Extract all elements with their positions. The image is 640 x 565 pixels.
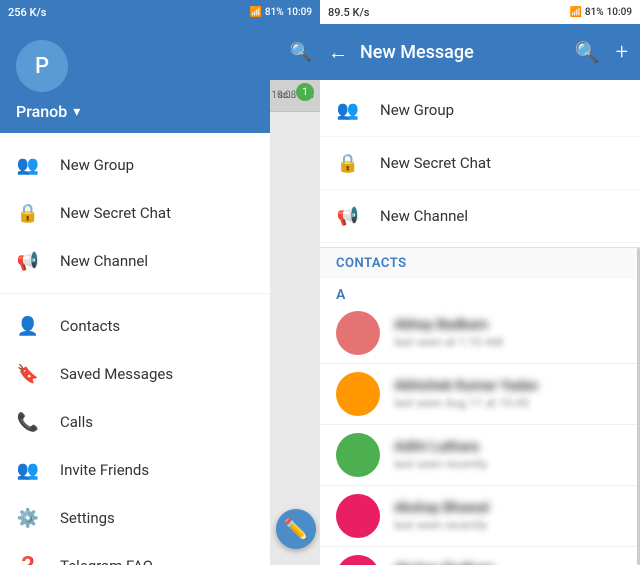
right-menu-label-new-secret-chat: New Secret Chat (380, 154, 491, 172)
contact-item-2[interactable]: Abhishek Kumar Yadav last seen Aug 11 at… (320, 364, 640, 425)
menu-label-invite-friends: Invite Friends (60, 461, 149, 479)
right-network-speed: 89.5 K/s (328, 6, 369, 19)
header-title: New Message (360, 42, 559, 63)
menu-item-new-secret-chat[interactable]: 🔒 New Secret Chat (0, 189, 270, 237)
megaphone-icon: 📢 (336, 204, 360, 228)
phone-icon: 📞 (16, 410, 40, 434)
new-message-header: ← New Message 🔍 + (320, 24, 640, 80)
left-status-icons: 📶 81% 10:09 (249, 7, 312, 18)
drawer-panel: P Pranob ▾ 👥 New Group 🔒 New Secret Chat… (0, 24, 270, 565)
compose-fab-button[interactable]: ✏️ (276, 509, 316, 549)
right-menu-item-new-group[interactable]: 👥 New Group (320, 84, 640, 137)
menu-section-create: 👥 New Group 🔒 New Secret Chat 📢 New Chan… (0, 133, 270, 294)
menu-item-settings[interactable]: ⚙️ Settings (0, 494, 270, 542)
contacts-icon: 👤 (16, 314, 40, 338)
menu-label-new-secret-chat: New Secret Chat (60, 204, 171, 222)
chat-list-panel: 🔍 10:08 AM sc... 1 ✏️ (270, 24, 320, 565)
contact-sub-2: last seen Aug 11 at 10:45 (394, 396, 624, 410)
contact-info-3: Aditri Lathara last seen recently (394, 439, 624, 471)
contact-name-3: Aditri Lathara (394, 439, 624, 455)
menu-item-faq[interactable]: ❓ Telegram FAQ (0, 542, 270, 565)
menu-item-calls[interactable]: 📞 Calls (0, 398, 270, 446)
left-network-speed: 256 K/s (8, 6, 46, 19)
menu-label-faq: Telegram FAQ (60, 557, 153, 565)
menu-label-new-channel: New Channel (60, 252, 148, 270)
contact-avatar-3 (336, 433, 380, 477)
chat-list-item[interactable]: 10:08 AM sc... 1 (270, 80, 320, 112)
contact-name-1: Abhay Badkam (394, 317, 624, 333)
settings-icon: ⚙️ (16, 506, 40, 530)
contact-avatar-2 (336, 372, 380, 416)
avatar: P (16, 40, 68, 92)
contact-avatar-1 (336, 311, 380, 355)
contact-item-1[interactable]: Abhay Badkam last seen at 1:10 AM (320, 303, 640, 364)
contacts-section: CONTACTS A Abhay Badkam last seen at 1:1… (320, 248, 640, 565)
right-menu-item-new-secret-chat[interactable]: 🔒 New Secret Chat (320, 137, 640, 190)
right-status-icons: 📶 81% 10:09 (569, 7, 632, 18)
menu-label-contacts: Contacts (60, 317, 120, 335)
help-icon: ❓ (16, 554, 40, 565)
contact-item-4[interactable]: Akshay Bhawal last seen recently (320, 486, 640, 547)
contact-info-5: Akshay Badkam last seen recently (394, 561, 624, 565)
compose-icon: ✏️ (284, 517, 309, 541)
search-icon[interactable]: 🔍 (290, 42, 312, 63)
contact-sub-4: last seen recently (394, 518, 624, 532)
contact-info-1: Abhay Badkam last seen at 1:10 AM (394, 317, 624, 349)
new-message-menu: 👥 New Group 🔒 New Secret Chat 📢 New Chan… (320, 80, 640, 248)
header-actions: 🔍 + (571, 36, 632, 69)
contact-sub-3: last seen recently (394, 457, 624, 471)
menu-item-invite-friends[interactable]: 👥 Invite Friends (0, 446, 270, 494)
username: Pranob (16, 102, 67, 121)
lock-icon: 🔒 (336, 151, 360, 175)
bookmark-icon: 🔖 (16, 362, 40, 386)
chat-badge: 1 (296, 83, 314, 101)
chevron-down-icon[interactable]: ▾ (73, 104, 80, 120)
menu-item-contacts[interactable]: 👤 Contacts (0, 302, 270, 350)
menu-label-saved-messages: Saved Messages (60, 365, 173, 383)
contact-name-5: Akshay Badkam (394, 561, 624, 565)
menu-label-calls: Calls (60, 413, 93, 431)
group-icon: 👥 (336, 98, 360, 122)
menu-label-new-group: New Group (60, 156, 134, 174)
search-icon[interactable]: 🔍 (571, 36, 604, 69)
contact-item-5[interactable]: Akshay Badkam last seen recently (320, 547, 640, 565)
right-menu-label-new-group: New Group (380, 101, 454, 119)
megaphone-icon: 📢 (16, 249, 40, 273)
right-menu-label-new-channel: New Channel (380, 207, 468, 225)
contact-name-4: Akshay Bhawal (394, 500, 624, 516)
menu-item-new-channel[interactable]: 📢 New Channel (0, 237, 270, 285)
contact-name-2: Abhishek Kumar Yadav (394, 378, 624, 394)
add-icon[interactable]: + (612, 36, 632, 69)
chat-list-header: 🔍 (270, 24, 320, 80)
contact-info-4: Akshay Bhawal last seen recently (394, 500, 624, 532)
contact-avatar-4 (336, 494, 380, 538)
lock-icon: 🔒 (16, 201, 40, 225)
back-button[interactable]: ← (328, 40, 348, 65)
drawer-header: P Pranob ▾ (0, 24, 270, 133)
contact-avatar-5 (336, 555, 380, 565)
contact-letter-a: A (320, 279, 640, 303)
menu-section-main: 👤 Contacts 🔖 Saved Messages 📞 Calls 👥 In… (0, 294, 270, 565)
menu-label-settings: Settings (60, 509, 115, 527)
new-message-panel: ← New Message 🔍 + 👥 New Group 🔒 New Secr… (320, 24, 640, 565)
invite-icon: 👥 (16, 458, 40, 482)
right-menu-item-new-channel[interactable]: 📢 New Channel (320, 190, 640, 243)
menu-item-saved-messages[interactable]: 🔖 Saved Messages (0, 350, 270, 398)
contact-sub-1: last seen at 1:10 AM (394, 335, 624, 349)
contact-item-3[interactable]: Aditri Lathara last seen recently (320, 425, 640, 486)
group-icon: 👥 (16, 153, 40, 177)
contact-info-2: Abhishek Kumar Yadav last seen Aug 11 at… (394, 378, 624, 410)
user-name-row: Pranob ▾ (16, 102, 254, 121)
left-status-bar: 256 K/s 📶 81% 10:09 (0, 0, 320, 24)
contacts-header-label: CONTACTS (320, 248, 640, 279)
menu-item-new-group[interactable]: 👥 New Group (0, 141, 270, 189)
right-status-bar: 89.5 K/s 📶 81% 10:09 (320, 0, 640, 24)
drawer-menu: 👥 New Group 🔒 New Secret Chat 📢 New Chan… (0, 133, 270, 565)
